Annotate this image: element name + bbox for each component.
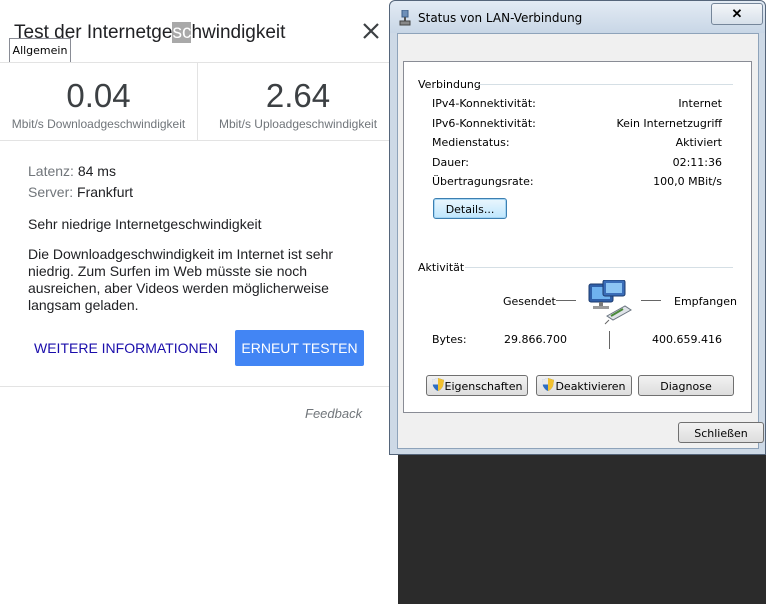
latency-label: Latenz:: [28, 163, 74, 179]
close-button[interactable]: Schließen: [678, 422, 764, 443]
title-bar[interactable]: Status von LAN-Verbindung ✕: [390, 1, 765, 33]
upload-value: 2.64: [265, 77, 331, 114]
download-label: Mbit/s Downloadgeschwindigkeit: [11, 117, 186, 131]
network-computers-icon: [585, 279, 637, 331]
divider: [0, 140, 389, 141]
duration-value: 02:11:36: [672, 156, 722, 169]
dialog-title: Status von LAN-Verbindung: [418, 11, 583, 25]
media-status-label: Medienstatus:: [432, 136, 510, 149]
window-close-button[interactable]: ✕: [711, 3, 763, 25]
received-label: Empfangen: [674, 295, 737, 308]
desktop-background: [398, 455, 766, 604]
divider: [0, 386, 389, 387]
diagnose-button[interactable]: Diagnose: [638, 375, 734, 396]
bytes-divider: [609, 331, 610, 349]
properties-button-label: Eigenschaften: [444, 380, 523, 393]
close-icon[interactable]: [360, 20, 382, 42]
sent-connector: [556, 300, 576, 301]
tab-general[interactable]: Allgemein: [9, 38, 71, 62]
activity-group-label: Aktivität: [418, 261, 465, 274]
disable-button[interactable]: Deaktivieren: [536, 375, 632, 396]
bytes-label: Bytes:: [432, 333, 467, 346]
speed-value: 100,0 MBit/s: [653, 175, 722, 188]
connection-group-label: Verbindung: [418, 78, 481, 91]
speed-description: Die Downloadgeschwindigkeit im Internet …: [28, 246, 334, 313]
server-value: Frankfurt: [77, 184, 134, 200]
latency-line: Latenz: 84 ms: [28, 163, 116, 179]
bytes-received: 400.659.416: [652, 333, 722, 346]
group-divider: [478, 84, 733, 85]
network-connection-icon: [399, 9, 411, 31]
bytes-sent: 29.866.700: [504, 333, 567, 346]
disable-button-label: Deaktivieren: [555, 380, 626, 393]
speed-label: Übertragungsrate:: [432, 175, 534, 188]
server-label: Server:: [28, 184, 74, 200]
tab-panel: [403, 61, 752, 413]
duration-label: Dauer:: [432, 156, 469, 169]
speed-rating: Sehr niedrige Internetgeschwindigkeit: [28, 216, 262, 232]
feedback-link[interactable]: Feedback: [305, 406, 362, 421]
upload-label: Mbit/s Uploadgeschwindigkeit: [218, 117, 378, 131]
received-connector: [641, 300, 661, 301]
retest-button[interactable]: ERNEUT TESTEN: [235, 330, 364, 366]
media-status-value: Aktiviert: [675, 136, 722, 149]
download-metric: 0.04 Mbit/s Downloadgeschwindigkeit: [0, 76, 197, 131]
ipv4-label: IPv4-Konnektivität:: [432, 97, 536, 110]
latency-value: 84 ms: [77, 163, 116, 179]
ipv6-value: Kein Internetzugriff: [616, 117, 722, 130]
group-divider: [465, 267, 733, 268]
title-text-end: hwindigkeit: [191, 22, 286, 43]
download-value: 0.04: [66, 77, 131, 114]
details-button[interactable]: Details...: [433, 198, 507, 219]
title-text-highlight: sc: [172, 22, 192, 43]
shield-icon: [431, 377, 444, 398]
ipv4-value: Internet: [678, 97, 722, 110]
upload-metric: 2.64 Mbit/s Uploadgeschwindigkeit: [198, 76, 398, 131]
more-info-link[interactable]: WEITERE INFORMATIONEN: [34, 340, 218, 356]
server-line: Server: Frankfurt: [28, 184, 133, 200]
shield-icon: [542, 377, 555, 398]
properties-button[interactable]: Eigenschaften: [426, 375, 528, 396]
ipv6-label: IPv6-Konnektivität:: [432, 117, 536, 130]
sent-label: Gesendet: [503, 295, 556, 308]
